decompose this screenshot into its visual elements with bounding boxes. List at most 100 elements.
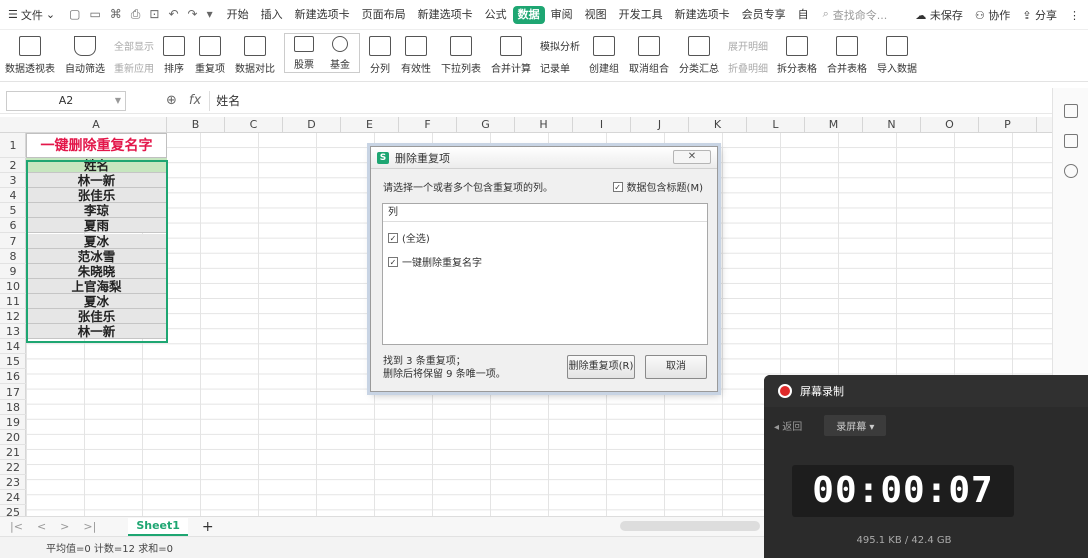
tab-2[interactable]: 新建选项卡 [289, 0, 356, 30]
close-icon[interactable]: ✕ [673, 150, 711, 164]
last-sheet-icon[interactable]: >| [83, 520, 96, 533]
preview-icon[interactable]: ⊡ [149, 7, 159, 22]
title-cell[interactable]: 一键删除重复名字 [26, 133, 167, 158]
name-cell[interactable]: 张佳乐 [26, 188, 167, 204]
reapply-button[interactable]: 重新应用 [114, 60, 154, 75]
row-header[interactable]: 16 [0, 369, 26, 385]
row-header[interactable]: 6 [0, 218, 26, 234]
collapse-button[interactable]: 折叠明细 [728, 60, 768, 75]
autofilter-button[interactable]: 自动筛选 [60, 30, 110, 82]
column-header[interactable]: H [515, 117, 573, 133]
redo-icon[interactable]: ↷ [188, 7, 198, 22]
prev-sheet-icon[interactable]: < [37, 520, 46, 533]
sort-button[interactable]: 排序 [158, 30, 190, 82]
row-header[interactable]: 18 [0, 400, 26, 415]
column-header[interactable]: P [979, 117, 1037, 133]
name-cell[interactable]: 林一新 [26, 173, 167, 189]
name-cell[interactable]: 范冰雪 [26, 248, 167, 264]
expand-button[interactable]: 展开明细 [728, 38, 768, 53]
row-header[interactable]: 8 [0, 249, 26, 264]
pivot-table-button[interactable]: 数据透视表 [0, 30, 60, 82]
name-cell[interactable]: 朱晓晓 [26, 263, 167, 279]
column-header[interactable]: F [399, 117, 457, 133]
file-menu[interactable]: ☰ 文件 ⌄ [0, 7, 61, 23]
column-item[interactable]: ✓ 一键删除重复名字 [388, 254, 482, 269]
compare-button[interactable]: 数据对比 [230, 30, 280, 82]
select-icon[interactable] [1063, 134, 1078, 148]
tab-6[interactable]: 数据 [512, 5, 545, 24]
horizontal-scrollbar[interactable] [620, 521, 760, 531]
row-header[interactable]: 9 [0, 264, 26, 279]
tab-11[interactable]: 会员专享 [736, 0, 792, 30]
row-header[interactable]: 13 [0, 324, 26, 340]
row-header[interactable]: 10 [0, 279, 26, 294]
column-header[interactable]: B [167, 117, 225, 133]
subtotal-button[interactable]: 分类汇总 [674, 30, 724, 82]
undo-icon[interactable]: ↶ [168, 7, 178, 22]
row-header[interactable]: 2 [0, 158, 26, 174]
split-table-button[interactable]: 拆分表格 [772, 30, 822, 82]
merge-calc-button[interactable]: 合并计算 [486, 30, 536, 82]
row-header[interactable]: 15 [0, 354, 26, 370]
row-header[interactable]: 3 [0, 173, 26, 189]
fx-icon[interactable]: fx [189, 93, 201, 108]
name-cell[interactable]: 林一新 [26, 324, 167, 340]
cancel-button[interactable]: 取消 [645, 355, 707, 379]
row-header[interactable]: 5 [0, 203, 26, 219]
stock-button[interactable]: 股票 [289, 34, 319, 72]
merge-table-button[interactable]: 合并表格 [822, 30, 872, 82]
column-header[interactable]: G [457, 117, 515, 133]
tab-1[interactable]: 插入 [255, 0, 289, 30]
mode-select[interactable]: 录屏幕 ▾ [824, 414, 887, 436]
more-icon[interactable]: ⋮ [1069, 9, 1080, 22]
tab-10[interactable]: 新建选项卡 [669, 0, 736, 30]
name-cell[interactable]: 夏雨 [26, 218, 167, 234]
tab-5[interactable]: 公式 [479, 0, 513, 30]
first-sheet-icon[interactable]: |< [10, 520, 23, 533]
name-cell[interactable]: 李琼 [26, 203, 167, 219]
help-icon[interactable] [1063, 164, 1078, 178]
import-data-button[interactable]: 导入数据 [872, 30, 922, 82]
row-header[interactable]: 17 [0, 385, 26, 400]
create-group-button[interactable]: 创建组 [584, 30, 624, 82]
tab-8[interactable]: 视图 [579, 0, 613, 30]
tab-7[interactable]: 审阅 [545, 0, 579, 30]
name-cell[interactable]: 夏冰 [26, 233, 167, 249]
row-header[interactable]: 23 [0, 475, 26, 491]
fund-button[interactable]: 基金 [325, 34, 355, 72]
record-button[interactable]: 记录单 [540, 60, 580, 75]
row-header[interactable]: 7 [0, 234, 26, 249]
column-header[interactable]: J [631, 117, 689, 133]
row-header[interactable]: 25 [0, 505, 26, 516]
row-header[interactable]: 12 [0, 309, 26, 325]
column-header[interactable]: E [341, 117, 399, 133]
select-all-item[interactable]: ✓ (全选) [388, 230, 430, 245]
show-all-button[interactable]: 全部显示 [114, 38, 154, 53]
column-header[interactable]: C [225, 117, 283, 133]
dropdown-list-button[interactable]: 下拉列表 [436, 30, 486, 82]
tab-4[interactable]: 新建选项卡 [412, 0, 479, 30]
name-cell[interactable]: 夏冰 [26, 293, 167, 309]
tab-12[interactable]: 自 [792, 0, 815, 30]
sheet-tab[interactable]: Sheet1 [128, 517, 188, 536]
search-command[interactable]: ⌕ 查找命令... [823, 7, 888, 23]
row-header[interactable]: 11 [0, 294, 26, 309]
next-sheet-icon[interactable]: > [60, 520, 69, 533]
row-header[interactable]: 1 [0, 133, 26, 158]
formula-input[interactable]: 姓名 [209, 90, 1052, 111]
remove-duplicates-button[interactable]: 删除重复项(R) [567, 355, 635, 379]
new-doc-icon[interactable]: ▢ [69, 7, 80, 22]
simulate-button[interactable]: 模拟分析 [540, 38, 580, 53]
zoom-icon[interactable]: ⊕ [166, 93, 177, 108]
column-header[interactable]: A [26, 117, 167, 133]
header-cell[interactable]: 姓名 [26, 158, 167, 174]
row-header[interactable]: 24 [0, 490, 26, 506]
name-box[interactable]: A2 ▼ [6, 90, 126, 111]
tab-3[interactable]: 页面布局 [356, 0, 412, 30]
column-header[interactable]: M [805, 117, 863, 133]
column-header[interactable]: L [747, 117, 805, 133]
save-icon[interactable]: ⌘ [110, 7, 122, 22]
column-header[interactable]: D [283, 117, 341, 133]
row-header[interactable]: 19 [0, 415, 26, 430]
column-header[interactable]: N [863, 117, 921, 133]
